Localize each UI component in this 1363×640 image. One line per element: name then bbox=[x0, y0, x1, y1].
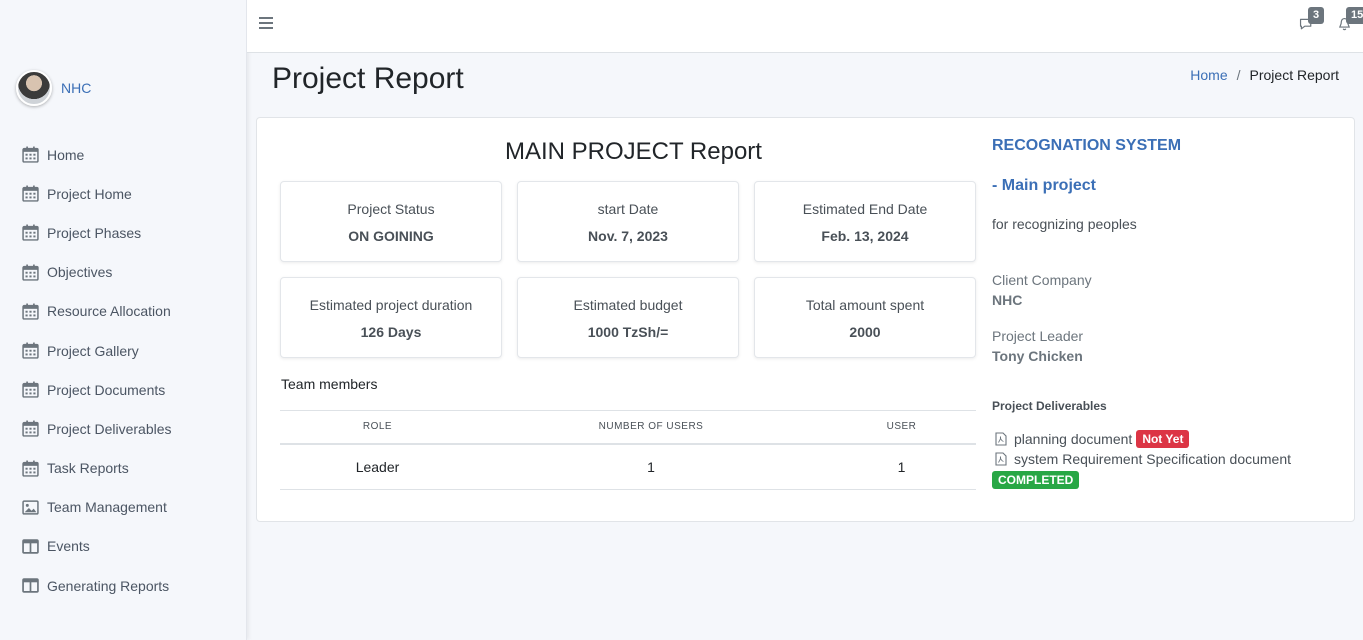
table-cell-user: 1 bbox=[827, 443, 976, 490]
calendar-icon bbox=[22, 264, 39, 281]
main-project-label: - Main project bbox=[992, 177, 1097, 194]
page-title: Project Report bbox=[272, 62, 464, 95]
team-members-table: ROLE NUMBER OF USERS USER Leader 1 1 bbox=[280, 410, 976, 490]
avatar[interactable] bbox=[16, 70, 52, 106]
pdf-file-icon bbox=[995, 432, 1007, 446]
sidebar-item-objectives[interactable]: Objectives bbox=[0, 253, 247, 292]
sidebar-item-resource-allocation[interactable]: Resource Allocation bbox=[0, 292, 247, 331]
stat-card-start-date: start Date Nov. 7, 2023 bbox=[517, 181, 739, 262]
stat-label: Estimated project duration bbox=[309, 297, 473, 313]
user-name[interactable]: NHC bbox=[61, 80, 91, 96]
report-title: MAIN PROJECT Report bbox=[505, 138, 762, 165]
stat-value: Nov. 7, 2023 bbox=[588, 228, 668, 244]
sidebar-item-home[interactable]: Home bbox=[0, 135, 247, 174]
sidebar-nav: Home Project Home Project Phases Objecti… bbox=[0, 135, 247, 605]
messages-button[interactable]: 3 bbox=[1298, 7, 1325, 36]
project-description: for recognizing peoples bbox=[992, 216, 1137, 232]
notifications-count-badge: 15 bbox=[1346, 7, 1363, 24]
calendar-icon bbox=[22, 185, 39, 202]
sidebar-item-label: Objectives bbox=[47, 264, 113, 281]
calendar-icon bbox=[22, 460, 39, 477]
stat-value: ON GOINING bbox=[348, 228, 434, 244]
stat-value: Feb. 13, 2024 bbox=[821, 228, 909, 244]
breadcrumb: Home / Project Report bbox=[1190, 67, 1339, 83]
deliverable-item[interactable]: system Requirement Specification documen… bbox=[995, 451, 1291, 467]
client-company-value: NHC bbox=[992, 292, 1023, 308]
stat-card-project-status: Project Status ON GOINING bbox=[280, 181, 502, 262]
columns-icon bbox=[22, 577, 39, 594]
notifications-button[interactable]: 15 bbox=[1336, 7, 1363, 36]
sidebar-item-generating-reports[interactable]: Generating Reports bbox=[0, 566, 247, 605]
stat-label: Estimated End Date bbox=[802, 201, 928, 217]
sidebar-item-label: Project Deliverables bbox=[47, 420, 172, 437]
columns-icon bbox=[22, 538, 39, 555]
table-cell-role: Leader bbox=[280, 443, 475, 490]
stat-value: 2000 bbox=[849, 324, 881, 340]
sidebar-item-label: Project Phases bbox=[47, 224, 142, 241]
sidebar-item-label: Resource Allocation bbox=[47, 303, 171, 320]
stat-label: Project Status bbox=[347, 201, 435, 217]
deliverable-name: system Requirement Specification documen… bbox=[1014, 451, 1292, 467]
calendar-icon bbox=[22, 146, 39, 163]
sidebar-item-label: Project Documents bbox=[47, 381, 166, 398]
table-cell-number-of-users: 1 bbox=[475, 443, 827, 490]
sidebar-item-label: Project Gallery bbox=[47, 342, 139, 359]
stat-label: start Date bbox=[597, 201, 659, 217]
stat-label: Total amount spent bbox=[805, 297, 925, 313]
column-header-user: USER bbox=[827, 410, 976, 445]
stat-value: 126 Days bbox=[360, 324, 422, 340]
sidebar-item-label: Team Management bbox=[47, 499, 167, 516]
table-header-row: ROLE NUMBER OF USERS USER bbox=[280, 410, 976, 445]
table-row: Leader 1 1 bbox=[280, 443, 976, 490]
sidebar: NHC Home Project Home Project Phases Obj… bbox=[0, 0, 247, 640]
system-name: RECOGNATION SYSTEM bbox=[992, 137, 1182, 154]
menu-toggle-icon[interactable] bbox=[259, 17, 273, 31]
calendar-icon bbox=[22, 420, 39, 438]
user-profile[interactable]: NHC bbox=[16, 70, 91, 106]
calendar-icon bbox=[22, 342, 39, 359]
sidebar-item-label: Generating Reports bbox=[47, 577, 170, 594]
breadcrumb-home-link[interactable]: Home bbox=[1190, 67, 1227, 83]
team-members-heading: Team members bbox=[281, 376, 378, 392]
sidebar-item-task-reports[interactable]: Task Reports bbox=[0, 449, 247, 488]
deliverable-name: planning document bbox=[1014, 431, 1133, 448]
sidebar-item-project-deliverables[interactable]: Project Deliverables bbox=[0, 409, 247, 448]
deliverable-item[interactable]: planning document Not Yet bbox=[995, 430, 1190, 449]
client-company-label: Client Company bbox=[992, 272, 1092, 288]
sidebar-item-project-phases[interactable]: Project Phases bbox=[0, 213, 247, 252]
calendar-icon bbox=[22, 381, 39, 398]
sidebar-item-team-management[interactable]: Team Management bbox=[0, 488, 247, 527]
stat-card-estimated-duration: Estimated project duration 126 Days bbox=[280, 277, 502, 358]
sidebar-item-events[interactable]: Events bbox=[0, 527, 247, 566]
column-header-number-of-users: NUMBER OF USERS bbox=[475, 410, 827, 445]
sidebar-item-project-home[interactable]: Project Home bbox=[0, 174, 247, 213]
sidebar-item-label: Project Home bbox=[47, 185, 132, 202]
topbar: 3 15 bbox=[247, 0, 1363, 53]
calendar-icon bbox=[22, 303, 39, 320]
stat-card-estimated-budget: Estimated budget 1000 TzSh/= bbox=[517, 277, 739, 358]
status-badge: Not Yet bbox=[1136, 430, 1190, 449]
project-leader-label: Project Leader bbox=[992, 328, 1084, 344]
stat-card-estimated-end-date: Estimated End Date Feb. 13, 2024 bbox=[754, 181, 976, 262]
messages-count-badge: 3 bbox=[1308, 7, 1325, 24]
stat-card-total-spent: Total amount spent 2000 bbox=[754, 277, 976, 358]
sidebar-item-project-gallery[interactable]: Project Gallery bbox=[0, 331, 247, 370]
calendar-icon bbox=[22, 224, 39, 242]
status-badge: COMPLETED bbox=[992, 471, 1080, 490]
sidebar-item-label: Home bbox=[47, 146, 85, 163]
breadcrumb-separator: / bbox=[1236, 67, 1241, 83]
sidebar-item-label: Task Reports bbox=[47, 460, 129, 477]
sidebar-item-label: Events bbox=[47, 538, 90, 555]
deliverables-heading: Project Deliverables bbox=[992, 399, 1107, 413]
sidebar-item-project-documents[interactable]: Project Documents bbox=[0, 370, 247, 409]
column-header-role: ROLE bbox=[280, 410, 475, 445]
report-card: MAIN PROJECT Report Project Status ON GO… bbox=[256, 117, 1355, 522]
breadcrumb-current: Project Report bbox=[1249, 67, 1339, 83]
stat-value: 1000 TzSh/= bbox=[587, 324, 669, 340]
pdf-file-icon bbox=[995, 452, 1007, 466]
stat-label: Estimated budget bbox=[573, 297, 683, 313]
project-leader-value: Tony Chicken bbox=[992, 348, 1083, 364]
image-icon bbox=[22, 499, 39, 516]
